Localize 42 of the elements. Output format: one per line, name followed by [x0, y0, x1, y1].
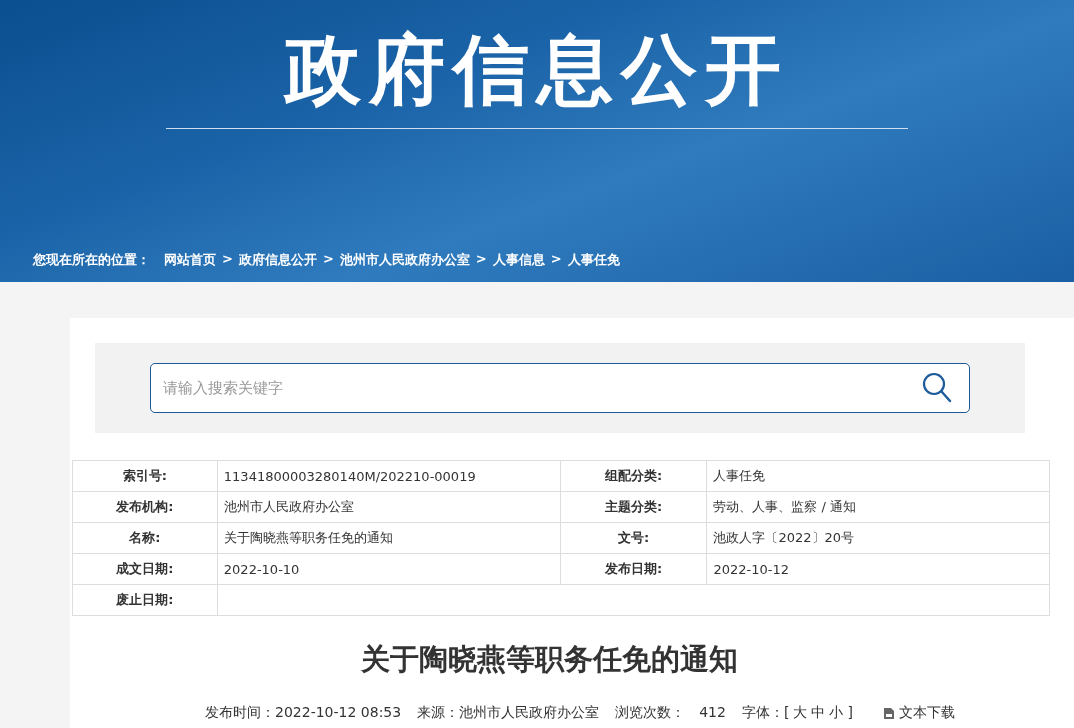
field-label: 文号:: [560, 522, 707, 554]
field-label: 名称:: [72, 522, 218, 554]
field-label: 发布日期:: [560, 553, 707, 585]
field-value: 2022-10-12: [706, 553, 1050, 585]
document-icon: [882, 706, 895, 720]
views-count: 412: [699, 704, 726, 722]
field-value: 11341800003280140M/202210-00019: [217, 460, 561, 492]
breadcrumb-link[interactable]: 政府信息公开: [238, 251, 317, 269]
breadcrumb-link[interactable]: 人事任免: [567, 251, 620, 269]
field-label: 发布机构:: [72, 491, 218, 523]
field-label: 成文日期:: [72, 553, 218, 585]
source-text: 来源：池州市人民政府办公室: [417, 704, 600, 722]
field-value: 劳动、人事、监察 / 通知: [706, 491, 1050, 523]
page-title: 政府信息公开: [285, 24, 789, 116]
breadcrumb-link[interactable]: 人事信息: [492, 251, 545, 269]
field-value: 人事任免: [706, 460, 1050, 492]
field-value: 池州市人民政府办公室: [217, 491, 561, 523]
article-title: 关于陶晓燕等职务任免的通知: [360, 641, 739, 678]
font-size-link[interactable]: 小: [829, 704, 844, 722]
breadcrumb-separator: >: [222, 251, 233, 268]
bracket-text: ]: [847, 704, 853, 722]
download-link[interactable]: 文本下载: [882, 704, 955, 722]
search-icon[interactable]: [922, 372, 952, 404]
breadcrumb-separator: >: [322, 251, 334, 268]
field-value: 2022-10-10: [217, 553, 561, 585]
font-size-link[interactable]: 中: [811, 704, 826, 722]
font-size-label: 字体：[: [741, 704, 790, 722]
field-value: 关于陶晓燕等职务任免的通知: [217, 522, 561, 554]
field-label: 组配分类:: [560, 460, 707, 492]
breadcrumb-separator: >: [475, 251, 487, 268]
field-value: 池政人字〔2022〕20号: [706, 522, 1050, 554]
field-label: 索引号:: [72, 460, 218, 492]
publish-time: 发布时间：2022-10-12 08:53: [205, 704, 402, 722]
breadcrumb-link[interactable]: 网站首页: [164, 251, 216, 269]
breadcrumb-link[interactable]: 池州市人民政府办公室: [339, 251, 470, 269]
views-label: 浏览次数：: [615, 704, 686, 722]
font-size-link[interactable]: 大: [793, 704, 808, 722]
breadcrumb-label: 您现在所在的位置：: [33, 251, 150, 269]
breadcrumb-separator: >: [550, 251, 562, 268]
search-field[interactable]: 请输入搜索关键字: [150, 363, 970, 413]
field-label: 废止日期:: [72, 584, 218, 616]
field-label: 主题分类:: [560, 491, 707, 523]
